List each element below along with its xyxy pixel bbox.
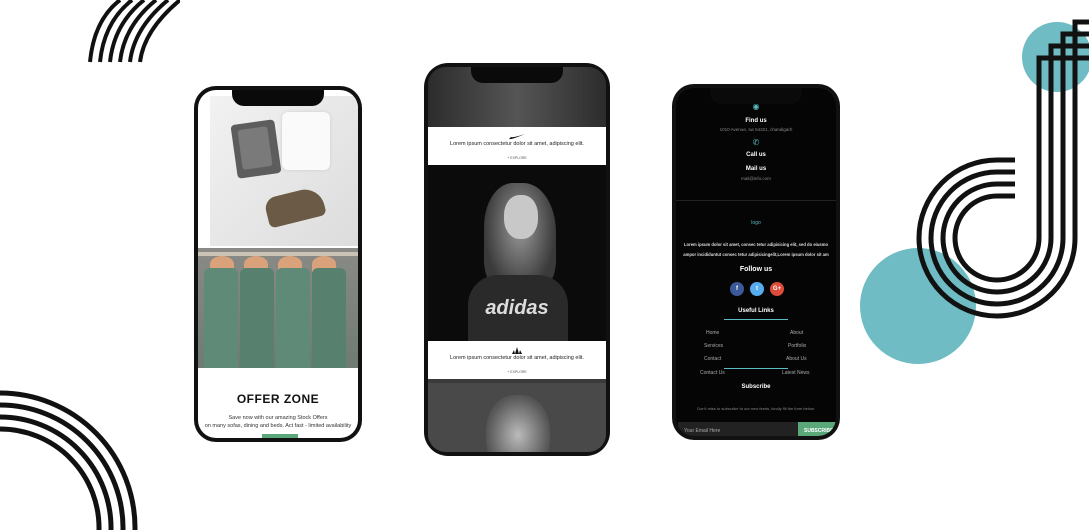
offer-title: OFFER ZONE [236, 392, 320, 406]
footer-link-contact[interactable]: Contact [704, 356, 721, 362]
phone-mockup-offer: OFFER ZONE Save now with our amazing Sto… [194, 86, 362, 442]
follow-us-title: Follow us [739, 266, 773, 273]
flatlay-clothes-image [210, 96, 358, 246]
about-line: Lorem ipsum dolor sit amet, consec tetur… [683, 242, 829, 247]
offer-button[interactable] [262, 434, 298, 438]
jeans-fold-shape [237, 126, 273, 170]
product-card-nike[interactable]: Lorem ipsum consectetur dolor sit amet, … [428, 127, 606, 165]
footer-divider [676, 200, 836, 201]
phone-screen: Lorem ipsum consectetur dolor sit amet, … [428, 67, 606, 452]
offer-description: Save now with our amazing Stock Offers o… [198, 414, 358, 430]
subscribe-description: Don't miss to subscribe to our new feeds… [697, 406, 815, 411]
footer-logo: logo [751, 220, 761, 226]
phone-screen: ◉ Find us 1010 Avenue, sw 54321, chandig… [676, 88, 836, 436]
phone-notch [471, 67, 563, 83]
about-line: ampor incididuntut consec tetur adipisic… [683, 252, 829, 257]
explore-link[interactable]: + EXPLORE [428, 156, 606, 160]
mail-us-title: Mail us [745, 166, 767, 172]
footer-link-contact-us[interactable]: Contact Us [700, 370, 725, 376]
shirt-shape [204, 268, 238, 368]
card-description: Lorem ipsum consectetur dolor sit amet, … [450, 355, 584, 361]
model-hair [486, 395, 550, 452]
twitter-icon[interactable]: t [750, 282, 764, 296]
footer-link-about-us[interactable]: About Us [786, 356, 807, 362]
shirt-shape [276, 268, 310, 368]
subscribe-button[interactable]: SUBSCRIBE [798, 422, 836, 436]
phone-notch [232, 90, 324, 106]
clothes-rack-image [198, 248, 358, 368]
phone-notch [710, 88, 802, 104]
arc-decoration-bottom-left [0, 390, 138, 530]
phone-mockup-footer: ◉ Find us 1010 Avenue, sw 54321, chandig… [672, 84, 840, 440]
footer-link-latest-news[interactable]: Latest News [782, 370, 810, 376]
phone-mockup-products: Lorem ipsum consectetur dolor sit amet, … [424, 63, 610, 456]
subscribe-title: Subscribe [741, 384, 771, 390]
offer-line: on many sofas, dining and beds. Act fast… [204, 423, 352, 429]
curve-decoration-right [916, 19, 1089, 319]
model-face [504, 195, 538, 239]
footer-link-home[interactable]: Home [706, 330, 719, 336]
footer-about-text: Lorem ipsum dolor sit amet, consec tetur… [678, 240, 834, 260]
call-us-title: Call us [746, 152, 766, 158]
model-image-adidas: adidas [428, 165, 606, 345]
offer-line: Save now with our amazing Stock Offers [228, 415, 328, 421]
tshirt-shape [282, 112, 330, 170]
shirt-shape [240, 268, 274, 368]
google-plus-icon[interactable]: G+ [770, 282, 784, 296]
stripe-decoration-top-left [88, 0, 180, 63]
useful-links-title: Useful Links [738, 308, 774, 314]
explore-link[interactable]: + EXPLORE [428, 370, 606, 374]
footer-link-services[interactable]: Services [704, 343, 723, 349]
mail-us-value: mail@info.com [741, 176, 771, 181]
email-input[interactable]: Your Email Here [678, 422, 798, 436]
facebook-icon[interactable]: f [730, 282, 744, 296]
footer-link-portfolio[interactable]: Portfolio [788, 343, 806, 349]
shirt-print-text: adidas [485, 297, 549, 319]
find-us-title: Find us [745, 118, 767, 124]
product-card-adidas[interactable]: Lorem ipsum consectetur dolor sit amet, … [428, 341, 606, 379]
find-us-address: 1010 Avenue, sw 54321, chandigarh [719, 127, 793, 132]
phone-icon: ✆ [752, 138, 760, 147]
shirt-shape [312, 268, 346, 368]
footer-link-about[interactable]: About [790, 330, 803, 336]
phone-screen: OFFER ZONE Save now with our amazing Sto… [198, 90, 358, 438]
boot-shape [263, 185, 327, 229]
useful-links-underline [724, 319, 788, 320]
links-bottom-line [724, 368, 788, 369]
model-image-bottom [428, 383, 606, 452]
card-description: Lorem ipsum consectetur dolor sit amet, … [450, 141, 584, 147]
